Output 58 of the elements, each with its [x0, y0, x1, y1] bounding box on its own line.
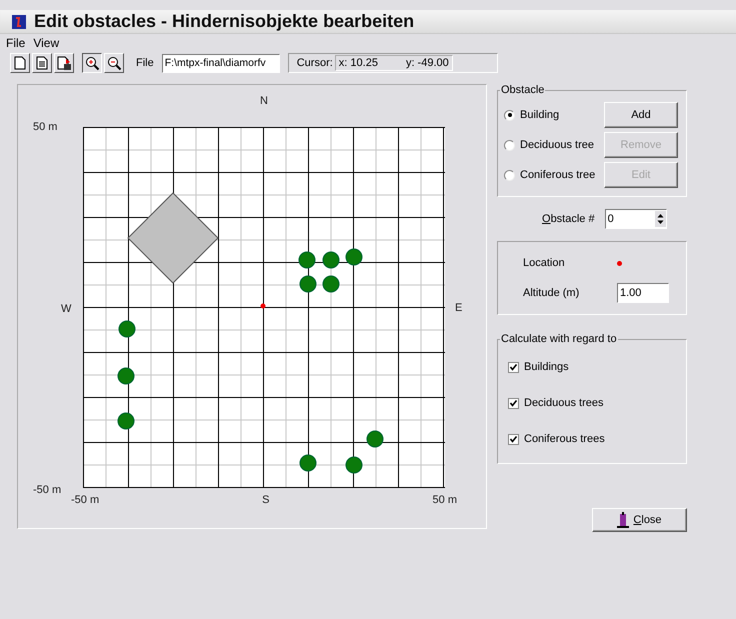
y-min-label: -50 m [33, 484, 62, 496]
west-label: W [60, 302, 72, 314]
cursor-label: Cursor: [296, 57, 333, 69]
location-marker-icon [617, 260, 622, 266]
zoom-in-icon [84, 56, 100, 70]
altitude-label: Altitude (m) [523, 287, 580, 299]
new-file-icon [14, 56, 26, 70]
y-max-label: 50 m [33, 121, 58, 133]
save-document-icon [56, 56, 72, 70]
door-exit-icon [617, 512, 630, 528]
altitude-field[interactable]: 1.00 [617, 283, 669, 303]
file-path-field[interactable]: F:\mtpx-final\diamorfv [162, 54, 280, 72]
tree-marker [346, 456, 362, 474]
tree-marker [298, 252, 316, 268]
spinner-arrows-icon[interactable] [654, 211, 666, 227]
file-label: File [136, 57, 154, 69]
radio-option[interactable]: Deciduous tree [504, 139, 594, 151]
x-min-label: -50 m [71, 494, 100, 508]
north-label: N [260, 95, 268, 109]
radio-option[interactable]: Coniferous tree [504, 169, 596, 181]
tree-marker [118, 320, 136, 338]
radio-button[interactable] [504, 110, 515, 120]
tree-marker [118, 368, 134, 384]
radio-button[interactable] [504, 140, 515, 150]
tree-marker [322, 276, 340, 292]
checkbox[interactable] [508, 434, 519, 444]
tree-marker [346, 248, 362, 266]
obstacle-number-label: Obstacle # [542, 213, 595, 225]
window-title: Edit obstacles - Hindernisobjekte bearbeiten [34, 11, 414, 32]
group-title: Calculate with regard to [500, 333, 618, 345]
action-button[interactable]: Add [604, 102, 678, 128]
tree-marker [322, 252, 340, 268]
menu-item[interactable]: View [33, 36, 60, 50]
location-dot [260, 304, 266, 308]
checkbox[interactable] [508, 398, 519, 408]
cursor-coordinates: x: 10.25 y: -49.00 [334, 55, 453, 71]
menu-item[interactable]: File [6, 36, 26, 50]
document-icon [36, 56, 48, 70]
radio-option[interactable]: Building [504, 109, 560, 121]
zoom-out-icon [106, 56, 122, 70]
close-button[interactable]: Close [592, 508, 687, 532]
radio-button[interactable] [504, 170, 515, 180]
checkbox[interactable] [508, 362, 519, 372]
x-max-label: 50 m [432, 494, 457, 508]
south-label: S [262, 494, 270, 508]
tree-marker [300, 454, 316, 472]
app-icon [12, 14, 26, 28]
toolbar-button[interactable] [82, 53, 102, 73]
tree-marker [300, 276, 316, 292]
tree-marker [366, 430, 384, 448]
obstacle-number-spinner[interactable]: 0 [604, 209, 667, 229]
checkbox-option[interactable]: Deciduous trees [504, 385, 678, 421]
group-title: Obstacle [500, 84, 546, 96]
location-label: Location [523, 257, 566, 269]
east-label: E [455, 302, 462, 314]
checkbox-option[interactable]: Buildings [504, 349, 678, 385]
tree-marker [118, 412, 134, 430]
checkbox-option[interactable]: Coniferous trees [504, 421, 678, 457]
